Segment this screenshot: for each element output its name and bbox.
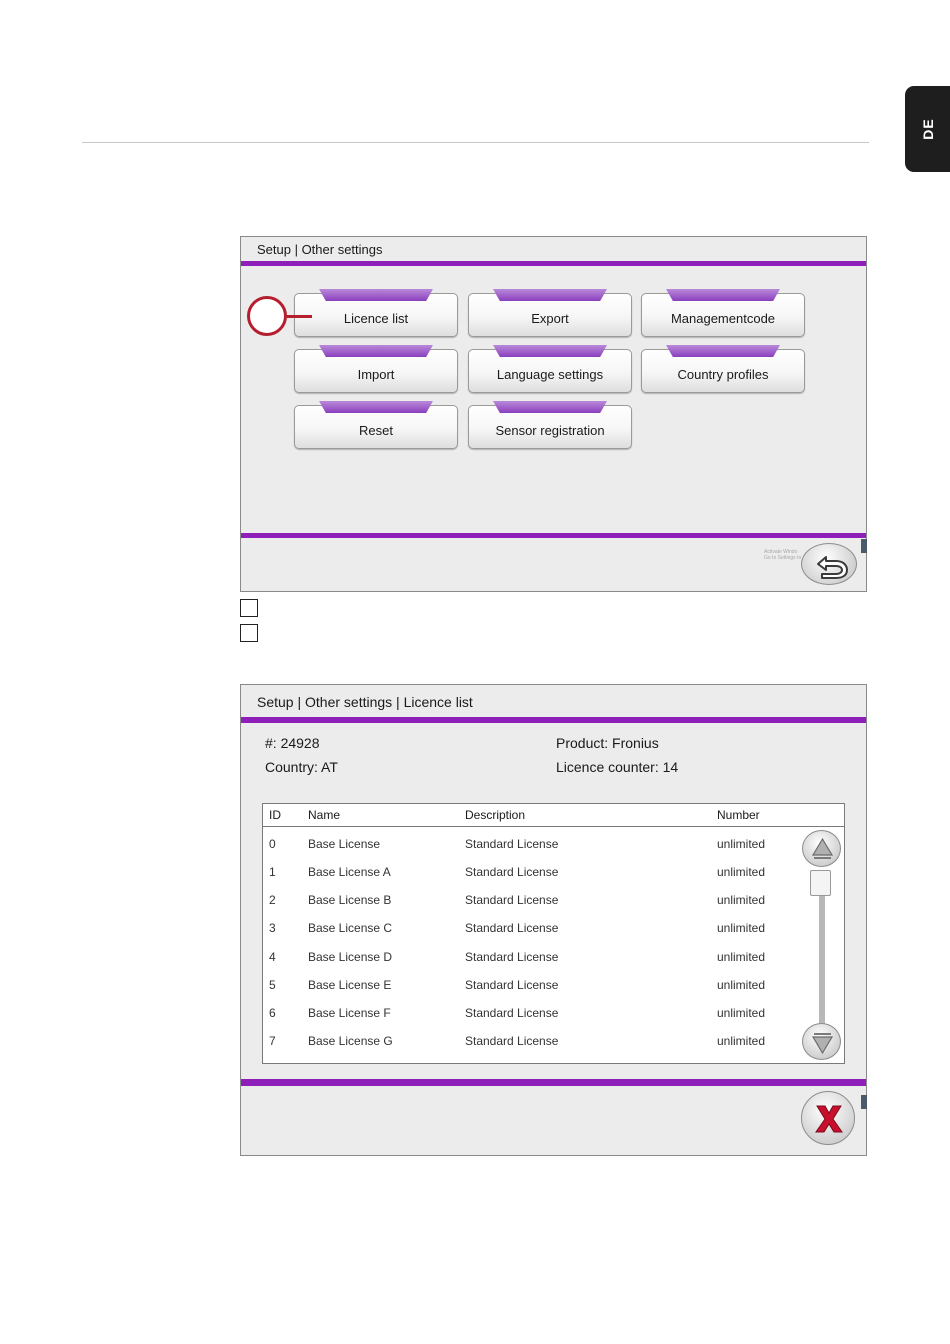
button-label: Managementcode [670,311,776,326]
top-accent-bar [241,717,866,723]
other-settings-screen: Setup | Other settings Licence list Expo… [240,236,867,592]
cell-number: unlimited [717,1006,766,1020]
column-header-name: Name [308,808,341,822]
column-header-description: Description [465,808,526,822]
cell-id: 7 [269,1034,276,1048]
button-label: Country profiles [677,367,769,382]
button-tab [493,401,607,413]
step-checkbox [240,624,258,642]
cell-id: 5 [269,978,276,992]
cell-number: unlimited [717,865,766,879]
cell-name: Base License C [308,921,393,935]
button-tab [319,401,433,413]
button-tab [319,289,433,301]
top-accent-bar [241,261,866,266]
cell-description: Standard License [465,893,559,907]
cell-number: unlimited [717,921,766,935]
callout-leader-line [287,315,312,318]
cell-id: 2 [269,893,276,907]
screen-header: Setup | Other settings | Licence list [241,685,866,718]
close-x-icon [815,1105,843,1133]
screen-header: Setup | Other settings [241,237,866,262]
column-header-number: Number [717,808,760,822]
cell-name: Base License D [308,950,393,964]
language-tab: DE [905,86,950,172]
button-label: Language settings [496,367,604,382]
country: Country: AT [265,759,338,775]
import-button[interactable]: Import [294,345,458,393]
scrollbar-thumb[interactable] [810,870,831,896]
button-label: Reset [359,423,393,438]
cell-number: unlimited [717,978,766,992]
cell-description: Standard License [465,1034,559,1048]
cell-name: Base License G [308,1034,393,1048]
cell-name: Base License B [308,893,392,907]
button-tab [493,345,607,357]
column-header-id: ID [269,808,281,822]
cell-description: Standard License [465,950,559,964]
breadcrumb: Setup | Other settings | Licence list [257,694,473,710]
cell-description: Standard License [465,1006,559,1020]
cell-number: unlimited [717,1034,766,1048]
button-tab [319,345,433,357]
close-button[interactable] [801,1091,855,1145]
cell-description: Standard License [465,837,559,851]
cell-name: Base License [308,837,381,851]
callout-marker [247,296,287,336]
country-profiles-button[interactable]: Country profiles [641,345,805,393]
cell-id: 6 [269,1006,276,1020]
bottom-accent-bar [241,533,866,538]
watermark-line: Go to Settings to [764,555,802,561]
header-divider [263,826,844,827]
button-label: Import [357,367,395,382]
export-button[interactable]: Export [468,289,632,337]
cell-number: unlimited [717,893,766,907]
button-tab [666,345,780,357]
back-arrow-icon [817,556,848,579]
cell-id: 4 [269,950,276,964]
cell-name: Base License E [308,978,392,992]
scroll-down-icon [811,1033,834,1055]
scroll-up-icon [811,837,834,859]
button-label: Sensor registration [495,423,605,438]
cell-id: 1 [269,865,276,879]
button-label: Export [531,311,569,326]
licence-list-button[interactable]: Licence list [294,289,458,337]
scroll-up-button[interactable] [802,830,841,867]
licence-counter: Licence counter: 14 [556,759,679,775]
back-button[interactable] [801,543,857,585]
bottom-accent-bar [241,1079,866,1086]
step-checkbox [240,599,258,617]
managementcode-button[interactable]: Managementcode [641,289,805,337]
cell-id: 3 [269,921,276,935]
button-tab [493,289,607,301]
edge-handle [861,1095,867,1109]
language-tab-label: DE [919,118,936,140]
cell-description: Standard License [465,978,559,992]
cell-name: Base License F [308,1006,391,1020]
product: Product: Fronius [556,735,659,751]
reset-button[interactable]: Reset [294,401,458,449]
language-settings-button[interactable]: Language settings [468,345,632,393]
serial-number: #: 24928 [265,735,320,751]
scroll-down-button[interactable] [802,1023,841,1060]
button-tab [666,289,780,301]
cell-id: 0 [269,837,276,851]
breadcrumb: Setup | Other settings [257,242,383,257]
activation-watermark: Activate Windo Go to Settings to [764,549,801,561]
cell-number: unlimited [717,837,766,851]
sensor-registration-button[interactable]: Sensor registration [468,401,632,449]
edge-handle [861,539,867,553]
cell-number: unlimited [717,950,766,964]
header-rule [82,142,869,143]
cell-description: Standard License [465,865,559,879]
cell-name: Base License A [308,865,391,879]
cell-description: Standard License [465,921,559,935]
button-label: Licence list [343,311,409,326]
